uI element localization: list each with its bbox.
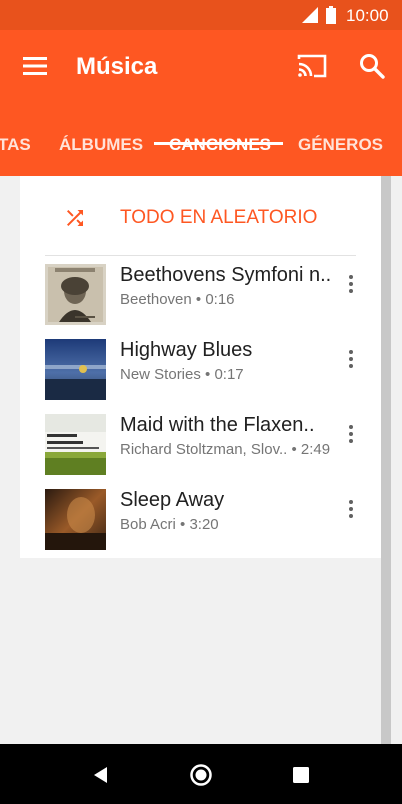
more-options-icon[interactable] (345, 274, 357, 294)
tab-artistas[interactable]: TAS (0, 130, 31, 176)
song-subtitle: New Stories • 0:17 (120, 366, 244, 383)
song-title: Highway Blues (120, 339, 253, 361)
more-options-icon[interactable] (345, 349, 357, 369)
sleep-away-album-art (45, 489, 106, 550)
scrollbar[interactable] (381, 176, 391, 744)
song-title: Beethovens Symfoni n.. (120, 264, 332, 286)
status-time: 10:00 (346, 6, 389, 25)
list-item[interactable]: Beethovens Symfoni n.. Beethoven • 0:16 (20, 252, 381, 327)
song-list: TODO EN ALEATORIO Beethovens Symfoni n..… (20, 176, 381, 558)
cast-icon[interactable] (297, 53, 327, 79)
navigation-bar (0, 744, 402, 804)
song-subtitle: Richard Stoltzman, Slov.. • 2:49 (120, 441, 331, 458)
richard-stoltzman-album-art (45, 414, 106, 475)
app-bar: Música TAS ÁLBUMES CANCIONES GÉNEROS (0, 30, 402, 176)
recents-icon[interactable] (292, 766, 310, 784)
tab-albumes[interactable]: ÁLBUMES (59, 130, 143, 176)
song-title: Sleep Away (120, 489, 225, 511)
list-item[interactable]: Sleep Away Bob Acri • 3:20 (20, 477, 381, 552)
tab-indicator (154, 142, 283, 145)
more-options-icon[interactable] (345, 424, 357, 444)
more-options-icon[interactable] (345, 499, 357, 519)
highway-blues-album-art (45, 339, 106, 400)
page-title: Música (76, 53, 158, 80)
tab-bar: TAS ÁLBUMES CANCIONES GÉNEROS (0, 130, 402, 176)
signal-icon (302, 7, 318, 23)
back-icon[interactable] (90, 764, 112, 786)
song-title: Maid with the Flaxen.. (120, 414, 315, 436)
shuffle-all-button[interactable]: TODO EN ALEATORIO (20, 176, 381, 256)
song-subtitle: Bob Acri • 3:20 (120, 516, 219, 533)
beethoven-album-art (45, 264, 106, 325)
shuffle-label: TODO EN ALEATORIO (120, 207, 318, 228)
shuffle-icon (67, 210, 83, 226)
search-icon[interactable] (358, 52, 386, 80)
song-subtitle: Beethoven • 0:16 (120, 291, 235, 308)
status-bar: 10:00 (0, 0, 402, 30)
list-item[interactable]: Highway Blues New Stories • 0:17 (20, 327, 381, 402)
home-icon[interactable] (189, 763, 213, 787)
battery-icon (326, 6, 336, 24)
menu-icon[interactable] (22, 53, 48, 79)
tab-generos[interactable]: GÉNEROS (298, 130, 383, 176)
list-item[interactable]: Maid with the Flaxen.. Richard Stoltzman… (20, 402, 381, 477)
tab-canciones[interactable]: CANCIONES (169, 130, 271, 176)
